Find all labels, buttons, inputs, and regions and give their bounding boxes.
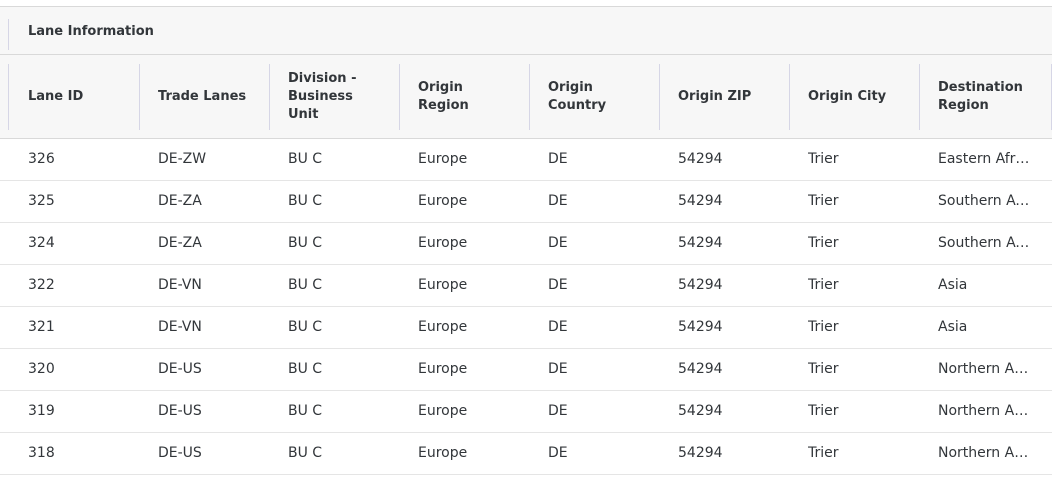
cell-division: BU C bbox=[288, 319, 323, 335]
cell-origin-zip: 54294 bbox=[678, 445, 723, 461]
cell-lane-id: 325 bbox=[28, 193, 55, 209]
cell-division: BU C bbox=[288, 151, 323, 167]
column-header-destination-region[interactable]: Destination Region bbox=[920, 55, 1052, 138]
group-title: Lane Information bbox=[28, 24, 154, 39]
cell-origin-zip: 54294 bbox=[678, 319, 723, 335]
cell-lane-id: 318 bbox=[28, 445, 55, 461]
cell-trade-lanes: DE-VN bbox=[158, 319, 202, 335]
cell-division: BU C bbox=[288, 235, 323, 251]
cell-lane-id: 321 bbox=[28, 319, 55, 335]
cell-origin-country: DE bbox=[548, 319, 568, 335]
column-header-label: Division - Business Unit bbox=[288, 70, 357, 122]
column-header-label: Lane ID bbox=[28, 88, 84, 104]
cell-division: BU C bbox=[288, 361, 323, 377]
cell-origin-region: Europe bbox=[418, 235, 468, 251]
cell-origin-country: DE bbox=[548, 445, 568, 461]
cell-origin-region: Europe bbox=[418, 403, 468, 419]
cell-division: BU C bbox=[288, 445, 323, 461]
cell-destination-region: Asia bbox=[938, 319, 968, 335]
cell-origin-region: Europe bbox=[418, 445, 468, 461]
cell-lane-id: 326 bbox=[28, 151, 55, 167]
cell-origin-city: Trier bbox=[808, 235, 839, 251]
column-header-row: Lane ID Trade Lanes Division - Business Un… bbox=[0, 55, 1052, 139]
cell-division: BU C bbox=[288, 193, 323, 209]
cell-origin-country: DE bbox=[548, 151, 568, 167]
cell-origin-region: Europe bbox=[418, 277, 468, 293]
cell-destination-region: Southern Africa bbox=[938, 235, 1032, 251]
table-row[interactable]: 318 DE-US BU C Europe DE 54294 Trier Northern A… bbox=[0, 433, 1052, 475]
column-header-origin-zip[interactable]: Origin ZIP bbox=[660, 55, 790, 138]
column-separator[interactable] bbox=[8, 64, 9, 130]
table-row[interactable]: 322 DE-VN BU C Europe DE 54294 Trier Asia bbox=[0, 265, 1052, 307]
cell-trade-lanes: DE-VN bbox=[158, 277, 202, 293]
column-header-label: Origin Region bbox=[418, 79, 469, 113]
cell-origin-country: DE bbox=[548, 361, 568, 377]
cell-origin-city: Trier bbox=[808, 361, 839, 377]
column-header-lane-id[interactable]: Lane ID bbox=[10, 55, 140, 138]
cell-origin-country: DE bbox=[548, 193, 568, 209]
cell-destination-region: Northern America bbox=[938, 445, 1032, 461]
cell-trade-lanes: DE-ZA bbox=[158, 235, 202, 251]
table-row[interactable]: 324 DE-ZA BU C Europe DE 54294 Trier Southern A… bbox=[0, 223, 1052, 265]
table-row[interactable]: 320 DE-US BU C Europe DE 54294 Trier Northern A… bbox=[0, 349, 1052, 391]
cell-origin-zip: 54294 bbox=[678, 403, 723, 419]
cell-division: BU C bbox=[288, 277, 323, 293]
column-header-division[interactable]: Division - Business Unit bbox=[270, 55, 400, 138]
cell-origin-country: DE bbox=[548, 277, 568, 293]
cell-destination-region: Eastern Africa bbox=[938, 151, 1032, 167]
cell-destination-region: Northern America bbox=[938, 403, 1032, 419]
table-row[interactable]: 319 DE-US BU C Europe DE 54294 Trier Northern A… bbox=[0, 391, 1052, 433]
column-header-label: Destination Region bbox=[938, 79, 1023, 113]
cell-trade-lanes: DE-ZW bbox=[158, 151, 207, 167]
group-header-separator bbox=[8, 19, 9, 50]
cell-origin-zip: 54294 bbox=[678, 151, 723, 167]
column-header-trade-lanes[interactable]: Trade Lanes bbox=[140, 55, 270, 138]
cell-origin-country: DE bbox=[548, 235, 568, 251]
cell-trade-lanes: DE-US bbox=[158, 361, 202, 377]
cell-destination-region: Southern Africa bbox=[938, 193, 1032, 209]
cell-trade-lanes: DE-ZA bbox=[158, 193, 202, 209]
cell-origin-zip: 54294 bbox=[678, 193, 723, 209]
cell-origin-city: Trier bbox=[808, 319, 839, 335]
column-header-label: Trade Lanes bbox=[158, 88, 247, 104]
cell-origin-region: Europe bbox=[418, 193, 468, 209]
table-row[interactable]: 321 DE-VN BU C Europe DE 54294 Trier Asia bbox=[0, 307, 1052, 349]
cell-origin-city: Trier bbox=[808, 403, 839, 419]
column-header-origin-city[interactable]: Origin City bbox=[790, 55, 920, 138]
cell-origin-country: DE bbox=[548, 403, 568, 419]
column-header-label: Origin Country bbox=[548, 79, 607, 113]
cell-origin-region: Europe bbox=[418, 361, 468, 377]
cell-origin-zip: 54294 bbox=[678, 235, 723, 251]
cell-lane-id: 322 bbox=[28, 277, 55, 293]
cell-origin-city: Trier bbox=[808, 151, 839, 167]
cell-origin-city: Trier bbox=[808, 277, 839, 293]
cell-origin-city: Trier bbox=[808, 445, 839, 461]
column-header-origin-region[interactable]: Origin Region bbox=[400, 55, 530, 138]
cell-origin-zip: 54294 bbox=[678, 277, 723, 293]
column-header-label: Origin ZIP bbox=[678, 88, 752, 104]
cell-origin-region: Europe bbox=[418, 319, 468, 335]
cell-destination-region: Northern America bbox=[938, 361, 1032, 377]
cell-lane-id: 319 bbox=[28, 403, 55, 419]
table-row[interactable]: 326 DE-ZW BU C Europe DE 54294 Trier Eastern Af… bbox=[0, 139, 1052, 181]
cell-origin-city: Trier bbox=[808, 193, 839, 209]
column-header-origin-country[interactable]: Origin Country bbox=[530, 55, 660, 138]
cell-trade-lanes: DE-US bbox=[158, 403, 202, 419]
cell-lane-id: 324 bbox=[28, 235, 55, 251]
group-header: Lane Information bbox=[0, 6, 1052, 55]
table-row[interactable]: 325 DE-ZA BU C Europe DE 54294 Trier Southern A… bbox=[0, 181, 1052, 223]
table-body: 326 DE-ZW BU C Europe DE 54294 Trier Eastern Af… bbox=[0, 139, 1052, 475]
column-header-label: Origin City bbox=[808, 88, 887, 104]
cell-origin-region: Europe bbox=[418, 151, 468, 167]
cell-destination-region: Asia bbox=[938, 277, 968, 293]
cell-origin-zip: 54294 bbox=[678, 361, 723, 377]
cell-division: BU C bbox=[288, 403, 323, 419]
cell-trade-lanes: DE-US bbox=[158, 445, 202, 461]
cell-lane-id: 320 bbox=[28, 361, 55, 377]
